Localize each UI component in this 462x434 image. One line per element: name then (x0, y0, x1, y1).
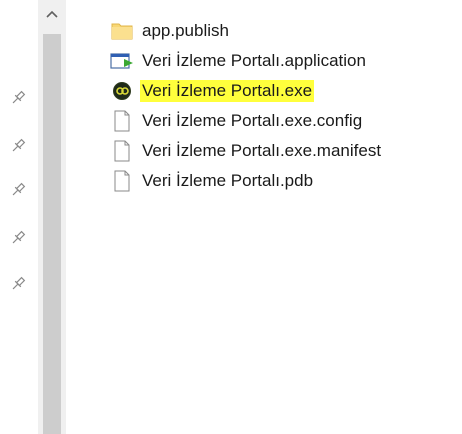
pin-icon[interactable] (10, 230, 26, 246)
file-name: Veri İzleme Portalı.application (142, 51, 366, 70)
vertical-scrollbar[interactable] (38, 0, 66, 434)
pin-icon[interactable] (10, 182, 26, 198)
pin-icon[interactable] (10, 138, 26, 154)
file-icon (110, 139, 134, 163)
file-icon (110, 169, 134, 193)
file-name: Veri İzleme Portalı.pdb (142, 171, 314, 190)
file-name: Veri İzleme Portalı.exe.config (142, 111, 363, 130)
file-name: app.publish (142, 21, 229, 40)
exe-app-icon (110, 79, 134, 103)
file-item-exe[interactable]: Veri İzleme Portalı.exe (110, 76, 462, 106)
file-name: Veri İzleme Portalı.exe.manifest (142, 141, 382, 160)
file-item-app-publish[interactable]: app.publish (110, 16, 462, 46)
navigation-pane (0, 0, 38, 434)
file-icon (110, 109, 134, 133)
scroll-thumb[interactable] (43, 34, 61, 434)
file-item-exe-config[interactable]: Veri İzleme Portalı.exe.config (110, 106, 462, 136)
scroll-up-button[interactable] (38, 0, 66, 34)
pin-icon[interactable] (10, 276, 26, 292)
file-name: Veri İzleme Portalı.exe (140, 80, 315, 102)
pin-icon[interactable] (10, 90, 26, 106)
file-item-application[interactable]: Veri İzleme Portalı.application (110, 46, 462, 76)
file-list: app.publish Veri İzleme Portalı.applicat… (110, 16, 462, 196)
file-item-pdb[interactable]: Veri İzleme Portalı.pdb (110, 166, 462, 196)
application-manifest-icon (110, 49, 134, 73)
file-item-exe-manifest[interactable]: Veri İzleme Portalı.exe.manifest (110, 136, 462, 166)
chevron-up-icon (46, 10, 58, 18)
file-explorer-window: app.publish Veri İzleme Portalı.applicat… (0, 0, 462, 434)
folder-icon (110, 19, 134, 43)
